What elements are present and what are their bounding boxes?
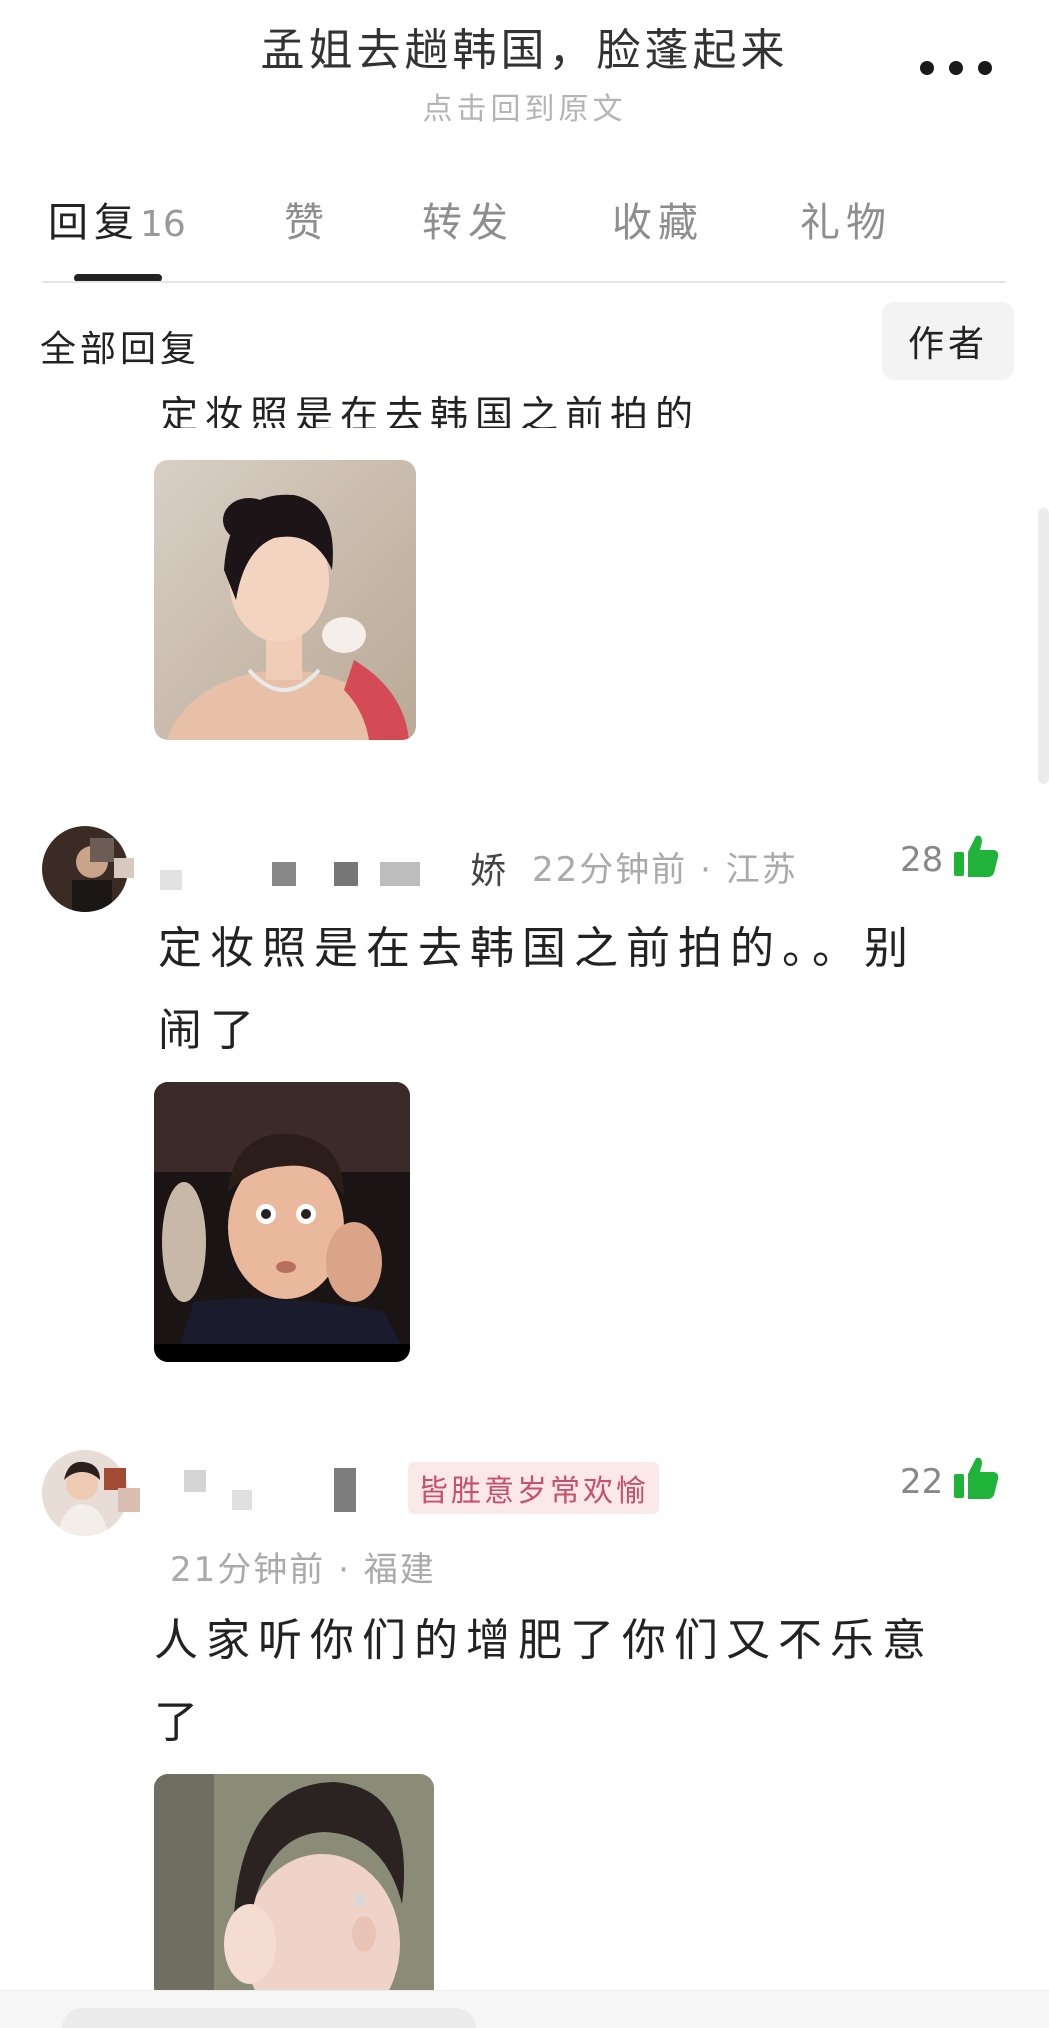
scrollbar[interactable] — [1038, 508, 1049, 784]
username-visible[interactable]: 娇 — [470, 842, 506, 894]
blurred-username — [334, 862, 358, 886]
blurred-username — [232, 1490, 252, 1510]
blurred-username — [114, 858, 134, 878]
avatar[interactable] — [42, 1450, 128, 1536]
reply-page: 孟姐去趟韩国，脸蓬起来 点击回到原文 回复16 赞 转发 收藏 礼物 全部回复 … — [0, 0, 1049, 2028]
blurred-username — [380, 862, 420, 886]
blurred-username — [104, 1468, 126, 1490]
like-count: 22 — [900, 1462, 944, 1502]
tab-bar: 回复16 赞 转发 收藏 礼物 — [0, 190, 1049, 260]
tab-divider — [42, 281, 1006, 283]
tab-reposts[interactable]: 转发 — [422, 190, 514, 248]
blurred-username — [334, 1468, 356, 1512]
comment-image-woman-portrait[interactable] — [154, 460, 416, 740]
comment-time: 21分钟前 — [170, 1550, 326, 1590]
blurred-username — [184, 1470, 206, 1492]
comment-text-line: 闹了 — [158, 1005, 262, 1056]
comment-location: 江苏 — [725, 850, 798, 890]
thumbs-up-icon[interactable] — [952, 1454, 1000, 1502]
all-replies-label[interactable]: 全部回复 — [40, 320, 200, 372]
tab-favorites[interactable]: 收藏 — [612, 190, 704, 248]
tab-replies[interactable]: 回复16 — [48, 190, 186, 248]
tab-gifts[interactable]: 礼物 — [800, 190, 892, 248]
comment-image-meme[interactable] — [154, 1774, 434, 1990]
author-filter-button[interactable]: 作者 — [882, 302, 1014, 380]
blurred-username — [160, 870, 182, 890]
comment-time: 22分钟前 — [532, 850, 688, 890]
thumbs-up-icon[interactable] — [952, 832, 1000, 880]
tab-likes[interactable]: 赞 — [284, 190, 330, 248]
comment-text: 人家听你们的增肥了你们又不乐意 了 — [154, 1600, 1024, 1764]
comment-text-line: 人家听你们的增肥了你们又不乐意 — [154, 1615, 934, 1666]
post-title[interactable]: 孟姐去趟韩国，脸蓬起来 — [0, 14, 1049, 78]
comment-image-meme[interactable] — [154, 1082, 410, 1362]
like-count: 28 — [900, 840, 944, 880]
blurred-username — [272, 862, 296, 886]
user-title-badge: 皆胜意岁常欢愉 — [408, 1462, 659, 1514]
blurred-username — [118, 1488, 140, 1512]
comment-location: 福建 — [363, 1550, 436, 1590]
comment-text-line: 了 — [154, 1697, 206, 1748]
more-dots-icon[interactable] — [920, 56, 992, 80]
comment-meta: 22分钟前 · 江苏 — [532, 850, 798, 890]
tab-replies-count: 16 — [140, 204, 186, 245]
comment-meta: 21分钟前 · 福建 — [170, 1550, 436, 1590]
partial-comment-text: 定妆照是在去韩国之前拍的 — [160, 393, 701, 428]
comment-text-line: 定妆照是在去韩国之前拍的。。别 — [158, 923, 916, 974]
comment-text: 定妆照是在去韩国之前拍的。。别 闹了 — [158, 908, 1018, 1072]
back-to-original-link[interactable]: 点击回到原文 — [0, 84, 1049, 128]
tab-replies-label: 回复 — [48, 200, 140, 246]
blurred-username — [90, 838, 114, 862]
reply-input[interactable] — [62, 2008, 476, 2028]
